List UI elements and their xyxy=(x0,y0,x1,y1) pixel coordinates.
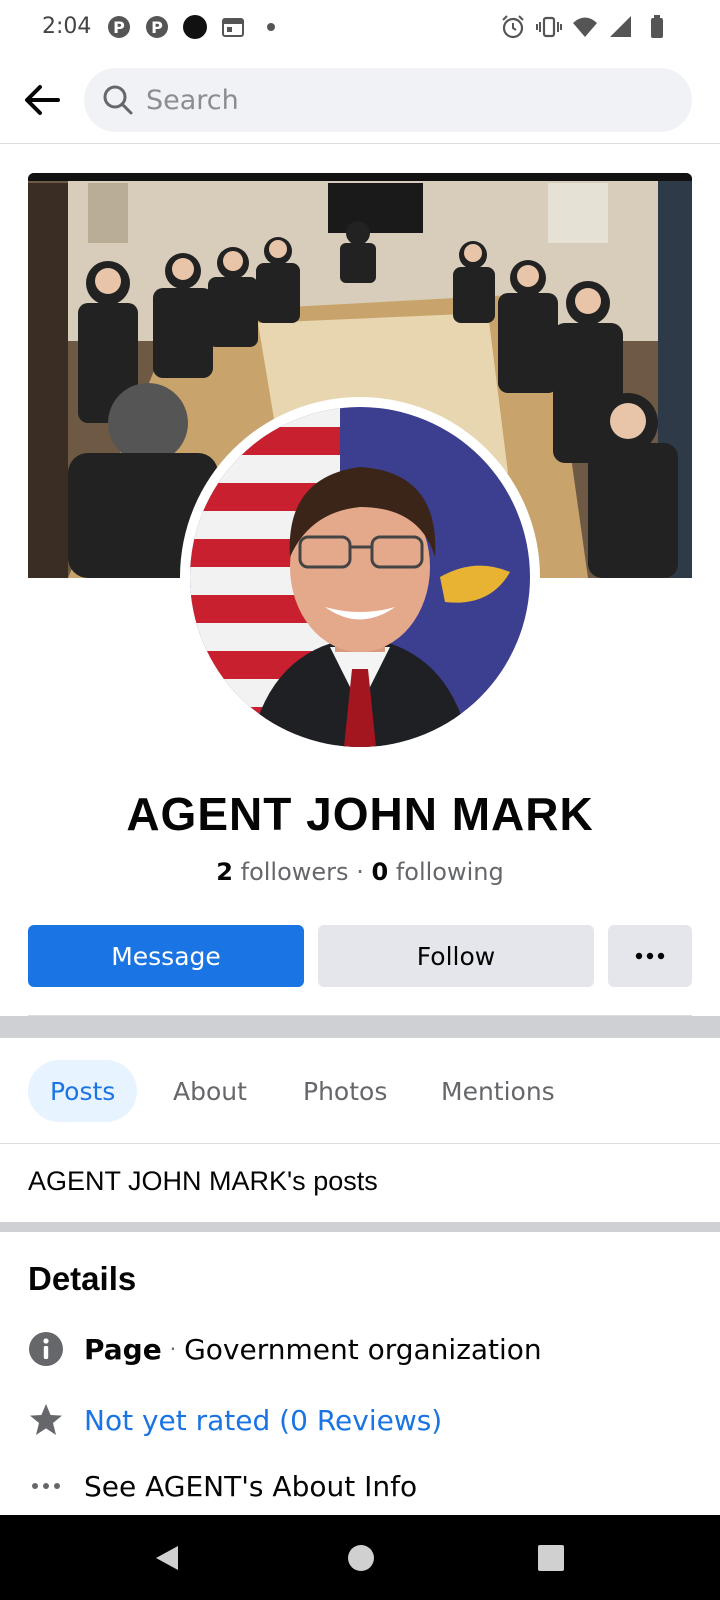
wifi-icon xyxy=(573,17,597,37)
back-nav-icon[interactable] xyxy=(152,1543,182,1573)
details-title: Details xyxy=(28,1260,137,1297)
star-icon xyxy=(28,1402,64,1438)
tab-about[interactable]: About xyxy=(151,1060,269,1122)
search-icon xyxy=(103,85,133,115)
system-nav-bar xyxy=(0,1515,720,1600)
detail-about-info[interactable]: See AGENT's About Info xyxy=(28,1464,692,1508)
pinterest-icon: P xyxy=(108,16,130,38)
vibrate-icon xyxy=(536,16,562,38)
profile-tabs: Posts About Photos Mentions xyxy=(0,1038,720,1144)
following-count: 0 xyxy=(371,858,389,886)
search-header xyxy=(0,56,720,144)
action-row: Message Follow xyxy=(28,925,692,987)
system-icons xyxy=(500,14,670,40)
search-input[interactable] xyxy=(146,84,646,116)
stats-separator: · xyxy=(356,858,364,886)
recents-nav-icon[interactable] xyxy=(536,1543,566,1573)
more-options-button[interactable] xyxy=(608,925,692,987)
dot-icon xyxy=(267,23,275,31)
status-bar: 2:04 P P xyxy=(0,0,720,56)
info-icon xyxy=(28,1331,64,1367)
page-separator: · xyxy=(169,1337,177,1361)
tab-mentions[interactable]: Mentions xyxy=(419,1060,577,1122)
home-nav-icon[interactable] xyxy=(346,1543,376,1573)
pinterest-icon: P xyxy=(146,16,168,38)
status-time: 2:04 xyxy=(42,14,92,39)
message-button[interactable]: Message xyxy=(28,925,304,987)
section-divider xyxy=(0,1222,720,1232)
back-button[interactable] xyxy=(20,78,64,122)
more-icon xyxy=(635,952,665,960)
follow-button[interactable]: Follow xyxy=(318,925,594,987)
section-divider xyxy=(0,1016,720,1038)
follow-stats: 2 followers · 0 following xyxy=(0,858,720,886)
svg-text:P: P xyxy=(113,18,125,37)
signal-icon xyxy=(610,16,631,37)
detail-rating[interactable]: Not yet rated (0 Reviews) xyxy=(28,1398,692,1442)
svg-text:P: P xyxy=(151,18,163,37)
calendar-icon xyxy=(222,18,244,37)
tab-posts[interactable]: Posts xyxy=(28,1060,138,1122)
followers-label[interactable]: followers xyxy=(241,858,349,886)
more-dots-icon xyxy=(28,1468,64,1504)
detail-page-category: Page · Government organization xyxy=(28,1327,692,1371)
followers-count: 2 xyxy=(216,858,233,886)
avatar[interactable] xyxy=(190,407,530,747)
alarm-icon xyxy=(502,15,524,39)
app-icon xyxy=(183,15,207,39)
rating-link[interactable]: Not yet rated (0 Reviews) xyxy=(84,1404,442,1437)
posts-section-title: AGENT JOHN MARK's posts xyxy=(28,1166,378,1196)
battery-icon xyxy=(651,15,663,38)
tab-photos[interactable]: Photos xyxy=(281,1060,409,1122)
notification-icons: P P xyxy=(106,14,284,40)
following-label[interactable]: following xyxy=(396,858,504,886)
arrow-left-icon xyxy=(25,85,60,115)
profile-name: AGENT JOHN MARK xyxy=(126,788,594,840)
about-info-link[interactable]: See AGENT's About Info xyxy=(84,1470,417,1503)
search-bar[interactable] xyxy=(84,68,692,132)
page-category: Government organization xyxy=(184,1332,542,1366)
page-label: Page xyxy=(84,1332,162,1366)
